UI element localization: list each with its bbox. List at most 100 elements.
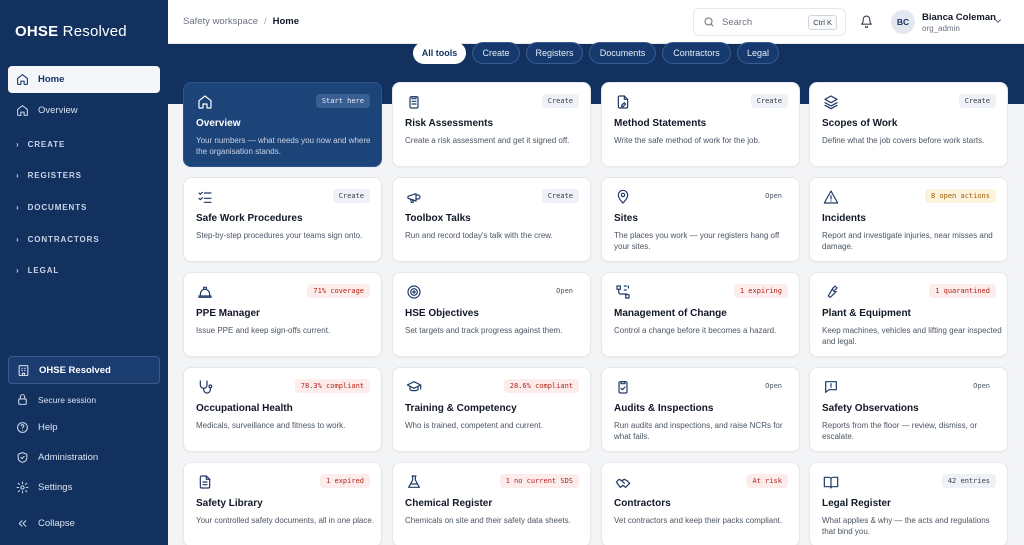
card-badge: Create bbox=[332, 189, 370, 203]
graduation-cap-icon bbox=[406, 381, 422, 392]
wrench-icon bbox=[828, 285, 838, 298]
card-title: Contractors bbox=[614, 498, 671, 509]
card-description: Create a risk assessment and get it sign… bbox=[405, 136, 570, 145]
tool-card[interactable]: Create Safe Work Procedures Step-by-step p… bbox=[183, 177, 382, 262]
search-shortcut: Ctrl K bbox=[808, 15, 837, 30]
card-description: Reports from the floor — review, dismiss… bbox=[822, 421, 978, 441]
tool-card[interactable]: 28.6% compliant Training & Competency Who … bbox=[392, 367, 591, 452]
tool-card[interactable]: Open HSE Objectives Set targets and track … bbox=[392, 272, 591, 357]
tool-card[interactable]: Create Risk Assessments Create a risk asse… bbox=[392, 82, 591, 167]
sidebar-item-label: Overview bbox=[38, 105, 78, 116]
card-description: Step-by-step procedures your teams sign … bbox=[196, 231, 363, 240]
breadcrumb: Safety workspace / Home bbox=[183, 16, 300, 27]
search-input[interactable]: Search Ctrl K bbox=[693, 8, 846, 36]
tool-card[interactable]: Open Sites The places you work — your regi… bbox=[601, 177, 800, 262]
filter-chip-registers[interactable]: Registers bbox=[526, 42, 583, 64]
card-title: Scopes of Work bbox=[822, 118, 898, 129]
card-badge: Create bbox=[541, 189, 579, 203]
card-description: Issue PPE and keep sign-offs current. bbox=[196, 326, 331, 335]
card-badge: Open bbox=[759, 189, 788, 203]
card-badge: Open bbox=[967, 379, 996, 393]
card-title: Chemical Register bbox=[405, 498, 493, 509]
sidebar-section-create[interactable]: › CREATE bbox=[16, 140, 65, 149]
tool-card[interactable]: 42 entries Legal Register What applies & w… bbox=[809, 462, 1008, 545]
card-title: Sites bbox=[614, 213, 638, 224]
filter-chip-create[interactable]: Create bbox=[472, 42, 520, 64]
chevron-down-icon[interactable] bbox=[993, 16, 1003, 26]
card-title: HSE Objectives bbox=[405, 308, 479, 319]
user-name[interactable]: Bianca Coleman bbox=[922, 12, 996, 23]
target-icon bbox=[407, 285, 421, 299]
card-badge: Open bbox=[550, 284, 579, 298]
tool-card[interactable]: 1 expiring Management of Change Control a … bbox=[601, 272, 800, 357]
top-bar: Safety workspace / Home Search Ctrl K BC B… bbox=[168, 0, 1024, 44]
sidebar-item-administration[interactable]: Administration bbox=[8, 444, 160, 471]
card-title: Method Statements bbox=[614, 118, 707, 129]
avatar[interactable]: BC bbox=[891, 10, 915, 34]
filter-chip-documents[interactable]: Documents bbox=[589, 42, 656, 64]
card-badge: 78.3% compliant bbox=[294, 379, 370, 393]
tool-card[interactable]: 1 quarantined Plant & Equipment Keep machi… bbox=[809, 272, 1008, 357]
filter-chip-contractors[interactable]: Contractors bbox=[662, 42, 731, 64]
sidebar-section-contractors[interactable]: › CONTRACTORS bbox=[16, 235, 100, 244]
card-description: Run audits and inspections, and raise NC… bbox=[614, 421, 783, 441]
tool-card[interactable]: Open Audits & Inspections Run audits and i… bbox=[601, 367, 800, 452]
sidebar-section-legal[interactable]: › LEGAL bbox=[16, 266, 59, 275]
bell-icon[interactable] bbox=[860, 15, 873, 28]
shield-icon bbox=[17, 452, 28, 463]
chevron-right-icon: › bbox=[16, 266, 20, 275]
tool-card[interactable]: Create Method Statements Write the safe me… bbox=[601, 82, 800, 167]
sidebar-item-home[interactable]: Home bbox=[8, 66, 160, 93]
tool-card[interactable]: Create Toolbox Talks Run and record today'… bbox=[392, 177, 591, 262]
card-badge: 71% coverage bbox=[307, 284, 370, 298]
org-name: OHSE Resolved bbox=[39, 364, 111, 376]
card-description: Keep machines, vehicles and lifting gear… bbox=[822, 326, 1002, 346]
sidebar-item-label: Home bbox=[38, 74, 65, 85]
card-title: Management of Change bbox=[614, 308, 727, 319]
user-role: org_admin bbox=[922, 24, 960, 33]
card-badge: 28.6% compliant bbox=[503, 379, 579, 393]
tool-card[interactable]: 1 no current SDS Chemical Register Chemica… bbox=[392, 462, 591, 545]
tool-card[interactable]: Start here Overview Your numbers — what ne… bbox=[183, 82, 382, 167]
sidebar-item-help[interactable]: Help bbox=[8, 414, 160, 441]
card-description: What applies & why — the acts and regula… bbox=[822, 516, 990, 536]
map-pin-icon bbox=[617, 189, 629, 204]
tool-card[interactable]: At risk Contractors Vet contractors and ke… bbox=[601, 462, 800, 545]
card-description: Set targets and track progress against t… bbox=[405, 326, 563, 335]
breadcrumb-root[interactable]: Safety workspace bbox=[183, 16, 258, 27]
tool-card[interactable]: 71% coverage PPE Manager Issue PPE and kee… bbox=[183, 272, 382, 357]
gear-icon bbox=[16, 481, 29, 494]
card-badge: 1 quarantined bbox=[929, 284, 996, 298]
chevron-right-icon: › bbox=[16, 203, 20, 212]
tool-card[interactable]: Create Scopes of Work Define what the job … bbox=[809, 82, 1008, 167]
card-badge: Create bbox=[541, 94, 579, 108]
card-title: Overview bbox=[196, 118, 241, 129]
tool-card[interactable]: 8 open actions Incidents Report and invest… bbox=[809, 177, 1008, 262]
chevron-right-icon: › bbox=[16, 140, 20, 149]
app-logo[interactable]: OHSE Resolved bbox=[15, 23, 127, 40]
card-description: Medicals, surveillance and fitness to wo… bbox=[196, 421, 346, 430]
card-title: Safety Observations bbox=[822, 403, 919, 414]
breadcrumb-current: Home bbox=[272, 16, 300, 27]
card-title: Plant & Equipment bbox=[822, 308, 911, 319]
org-switcher[interactable]: OHSE Resolved bbox=[8, 356, 160, 384]
card-badge: Create bbox=[958, 94, 996, 108]
tool-card[interactable]: 1 expired Safety Library Your controlled s… bbox=[183, 462, 382, 545]
collapse-sidebar-button[interactable]: Collapse bbox=[8, 510, 160, 537]
tool-card[interactable]: Open Safety Observations Reports from the … bbox=[809, 367, 1008, 452]
filter-chip-all-tools[interactable]: All tools bbox=[413, 42, 466, 64]
sidebar-item-overview[interactable]: Overview bbox=[8, 97, 160, 124]
sidebar-section-documents[interactable]: › DOCUMENTS bbox=[16, 203, 87, 212]
sidebar-section-registers[interactable]: › REGISTERS bbox=[16, 171, 82, 180]
card-badge: 1 no current SDS bbox=[499, 474, 579, 488]
card-badge: Start here bbox=[315, 94, 370, 108]
list-checks-icon bbox=[198, 191, 212, 203]
card-title: Audits & Inspections bbox=[614, 403, 714, 414]
tool-card[interactable]: 78.3% compliant Occupational Health Medica… bbox=[183, 367, 382, 452]
stethoscope-icon bbox=[199, 380, 213, 394]
chevron-right-icon: › bbox=[16, 171, 20, 180]
card-badge: 1 expiring bbox=[733, 284, 788, 298]
sidebar-item-settings[interactable]: Settings bbox=[8, 474, 160, 501]
filter-chip-legal[interactable]: Legal bbox=[737, 42, 779, 64]
secure-session-indicator: Secure session bbox=[8, 386, 160, 413]
